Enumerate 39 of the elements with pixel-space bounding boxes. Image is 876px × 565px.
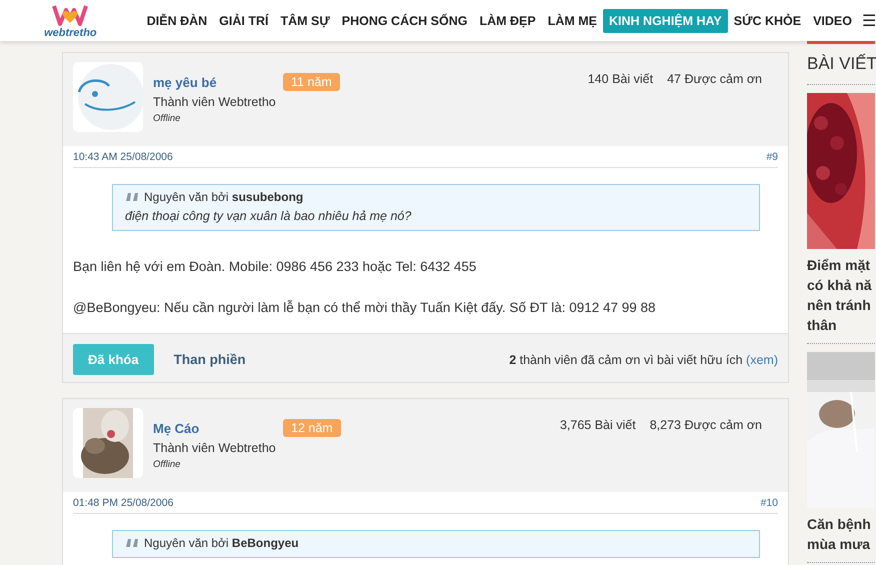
post-time: 10:43 AM 25/08/2006 <box>73 151 173 163</box>
post-number-link[interactable]: #10 <box>760 497 778 509</box>
membership-badge: 11 năm <box>283 73 340 91</box>
membership-badge: 12 năm <box>283 419 341 437</box>
post-number-link[interactable]: #9 <box>766 151 778 163</box>
username-link[interactable]: Mẹ Cáo <box>153 421 283 436</box>
nav-tab[interactable]: TÂM SỰ <box>274 8 336 32</box>
nav-tab[interactable]: SỨC KHỎE <box>728 8 808 32</box>
post-count: 140 Bài viết <box>588 72 654 86</box>
post-time: 01:48 PM 25/08/2006 <box>73 497 174 509</box>
thanks-count: 47 Được cảm ơn <box>667 72 762 86</box>
article-title-link[interactable]: Căn bệnh mùa mưa <box>807 514 875 554</box>
menu-icon[interactable]: ☰ <box>862 10 876 30</box>
view-link[interactable]: (xem) <box>746 352 778 366</box>
thanks-summary: 2 thành viên đã cảm ơn vì bài viết hữu ích (xem) <box>509 352 778 366</box>
quote-icon <box>125 192 139 202</box>
article-title-link[interactable]: Điểm mặt có khả nă nên tránh thân <box>807 255 875 335</box>
post-count: 3,765 Bài viết <box>560 418 636 432</box>
nav-tab[interactable]: GIẢI TRÍ <box>213 8 274 32</box>
quote-text: điện thoại công ty vạn xuân là bao nhiêu hả mẹ nó? <box>125 209 412 223</box>
online-status: Offline <box>153 459 182 470</box>
member-rank: Thành viên Webtretho <box>153 441 277 455</box>
nav-tab[interactable]: LÀM ĐẸP <box>473 8 542 32</box>
nav-tab[interactable]: PHONG CÁCH SỐNG <box>336 8 474 32</box>
post-paragraph: Bạn liên hệ với em Đoàn. Mobile: 0986 456 233 hoặc Tel: 6432 455 <box>73 259 478 274</box>
logo-heart-icon <box>50 4 90 28</box>
nav-tab[interactable]: DIỄN ĐÀN <box>140 8 214 32</box>
post-paragraph: @BeBongyeu: Nếu cần người làm lễ bạn có thể mời thầy Tuấn Kiệt đấy. Số ĐT là: 0912 47 99 88 <box>73 300 657 315</box>
nav-tab[interactable]: LÀM MẸ <box>542 8 604 32</box>
logo-text[interactable]: webtretho <box>44 28 97 39</box>
report-link[interactable]: Than phiền <box>174 352 246 367</box>
online-status: Offline <box>153 113 182 124</box>
nav-tab[interactable]: VIDEO <box>807 8 858 32</box>
quote-author: Nguyên văn bởi susubebong <box>144 190 304 204</box>
thanks-count: 8,273 Được cảm ơn <box>650 418 762 432</box>
quote-author: Nguyên văn bởi BeBongyeu <box>144 536 299 550</box>
member-rank: Thành viên Webtretho <box>153 95 277 109</box>
username-link[interactable]: mẹ yêu bé <box>153 75 283 90</box>
quote-icon <box>125 538 139 548</box>
